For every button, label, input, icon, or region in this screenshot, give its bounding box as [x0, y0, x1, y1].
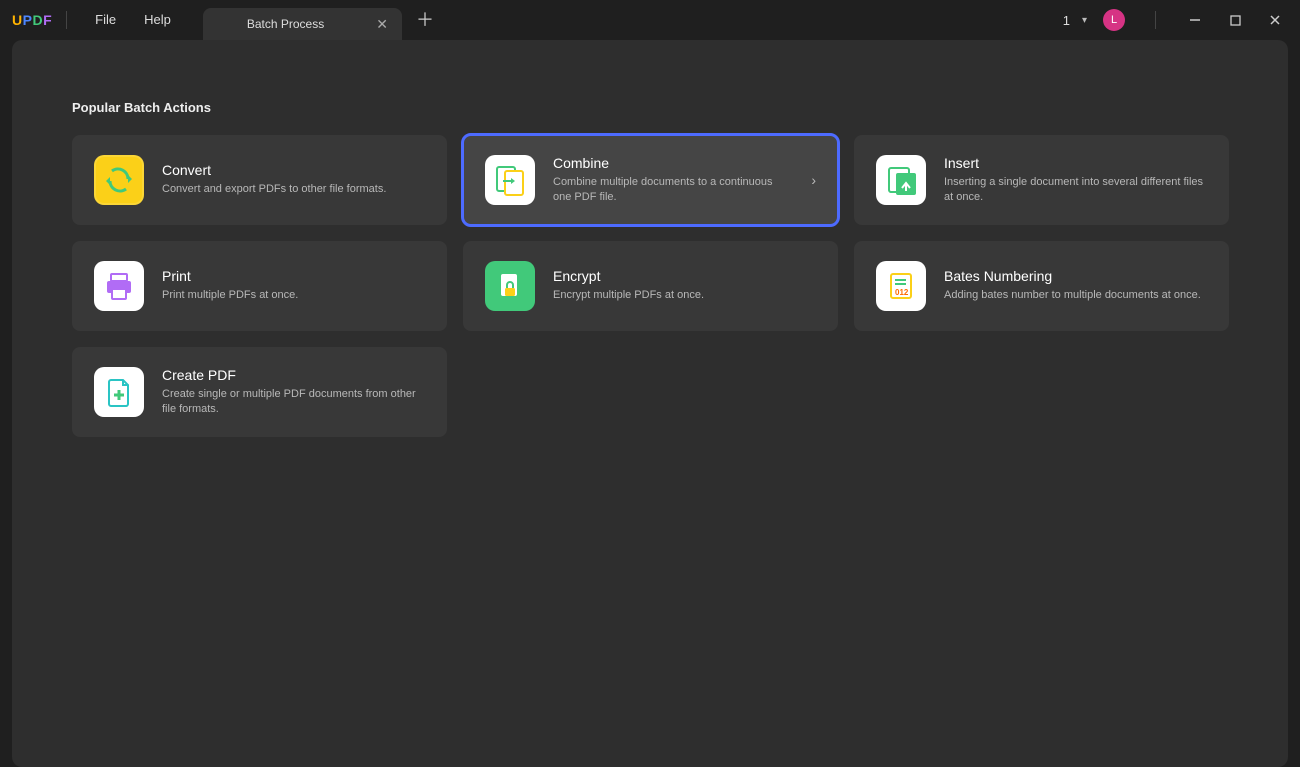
close-button[interactable]: [1260, 5, 1290, 35]
card-insert[interactable]: Insert Inserting a single document into …: [854, 135, 1229, 225]
card-title: Encrypt: [553, 268, 816, 284]
convert-icon: [94, 155, 144, 205]
card-title: Insert: [944, 155, 1207, 171]
card-title: Print: [162, 268, 425, 284]
card-title: Bates Numbering: [944, 268, 1207, 284]
new-tab-button[interactable]: ＋: [416, 11, 434, 29]
create-pdf-icon: [94, 367, 144, 417]
card-desc: Convert and export PDFs to other file fo…: [162, 182, 425, 197]
card-title: Convert: [162, 162, 425, 178]
chevron-right-icon: ›: [811, 172, 816, 188]
card-combine[interactable]: Combine Combine multiple documents to a …: [463, 135, 838, 225]
card-print[interactable]: Print Print multiple PDFs at once.: [72, 241, 447, 331]
card-desc: Combine multiple documents to a continuo…: [553, 175, 793, 206]
card-desc: Create single or multiple PDF documents …: [162, 387, 425, 418]
print-icon: [94, 261, 144, 311]
tab-close-button[interactable]: ✕: [376, 16, 388, 33]
card-bates[interactable]: 012 Bates Numbering Adding bates number …: [854, 241, 1229, 331]
combine-icon: [485, 155, 535, 205]
encrypt-icon: [485, 261, 535, 311]
separator: [1155, 11, 1156, 29]
menu-file[interactable]: File: [81, 0, 130, 40]
titlebar: UPDF File Help Batch Process ✕ ＋ 1 ▾ L: [0, 0, 1300, 40]
card-create-pdf[interactable]: Create PDF Create single or multiple PDF…: [72, 347, 447, 437]
card-encrypt[interactable]: Encrypt Encrypt multiple PDFs at once.: [463, 241, 838, 331]
document-count[interactable]: 1: [1063, 13, 1070, 28]
card-title: Create PDF: [162, 367, 425, 383]
card-convert[interactable]: Convert Convert and export PDFs to other…: [72, 135, 447, 225]
section-title: Popular Batch Actions: [72, 100, 1228, 115]
chevron-down-icon[interactable]: ▾: [1082, 15, 1087, 26]
bates-icon: 012: [876, 261, 926, 311]
app-logo: UPDF: [12, 12, 52, 28]
card-desc: Inserting a single document into several…: [944, 175, 1207, 206]
separator: [66, 11, 67, 29]
minimize-button[interactable]: [1180, 5, 1210, 35]
window-controls-cluster: 1 ▾ L: [1063, 5, 1290, 35]
tab-label: Batch Process: [217, 17, 354, 31]
card-desc: Adding bates number to multiple document…: [944, 288, 1207, 303]
menu-help[interactable]: Help: [130, 0, 185, 40]
card-title: Combine: [553, 155, 793, 171]
svg-text:012: 012: [895, 288, 909, 297]
card-desc: Encrypt multiple PDFs at once.: [553, 288, 816, 303]
actions-grid: Convert Convert and export PDFs to other…: [72, 135, 1228, 437]
maximize-button[interactable]: [1220, 5, 1250, 35]
tab-batch-process[interactable]: Batch Process ✕: [203, 8, 402, 40]
main-panel: Popular Batch Actions Convert Convert an…: [12, 40, 1288, 767]
insert-icon: [876, 155, 926, 205]
avatar[interactable]: L: [1103, 9, 1125, 31]
card-desc: Print multiple PDFs at once.: [162, 288, 425, 303]
